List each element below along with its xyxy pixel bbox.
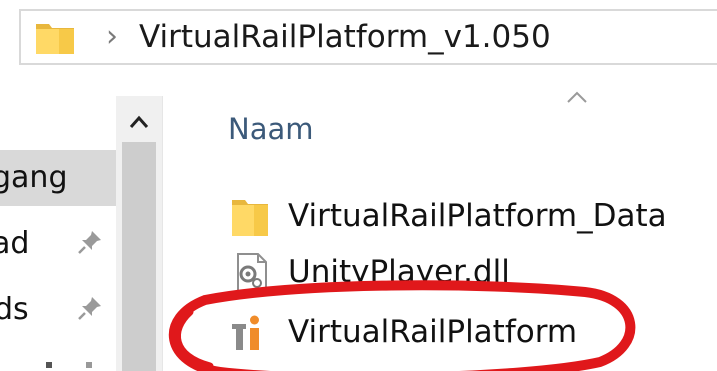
nav-scrollbar[interactable] [116,96,162,371]
scrollbar-thumb[interactable] [122,142,156,371]
folder-icon [36,24,74,54]
breadcrumb-current-folder[interactable]: VirtualRailPlatform_v1.050 [139,17,551,57]
address-bar[interactable]: › VirtualRailPlatform_v1.050 [19,9,717,65]
pin-icon [86,362,92,368]
sort-ascending-icon [567,91,587,103]
pane-divider[interactable] [162,96,163,371]
scroll-up-button[interactable] [116,106,162,136]
pin-icon[interactable] [76,228,104,256]
file-row[interactable]: VirtualRailPlatform [230,308,710,358]
file-name[interactable]: VirtualRailPlatform_Data [288,196,667,236]
nav-item-download[interactable]: ad [0,216,116,272]
nav-item-documents[interactable]: ds [0,282,116,338]
dll-file-icon [237,253,267,293]
nav-item-quick-access[interactable]: gang [0,150,116,206]
pin-icon[interactable] [76,294,104,322]
navigation-pane: gang ad ds [0,96,162,371]
nav-item-fragment [46,362,52,368]
column-header-name[interactable]: Naam [228,110,314,148]
nav-item-label: gang [0,160,68,195]
folder-icon [232,200,268,236]
application-icon [232,315,259,350]
file-name[interactable]: UnityPlayer.dll [288,252,510,292]
file-row[interactable]: UnityPlayer.dll [230,248,710,298]
file-explorer-window: › VirtualRailPlatform_v1.050 gang ad ds [0,0,717,371]
file-row[interactable]: VirtualRailPlatform_Data [230,192,710,242]
file-name[interactable]: VirtualRailPlatform [288,312,577,352]
nav-item-label: ds [0,292,29,327]
chevron-up-icon [129,115,149,128]
nav-item-label: ad [0,226,30,261]
breadcrumb-separator[interactable]: › [106,15,118,59]
nav-item-partial[interactable] [0,354,116,371]
